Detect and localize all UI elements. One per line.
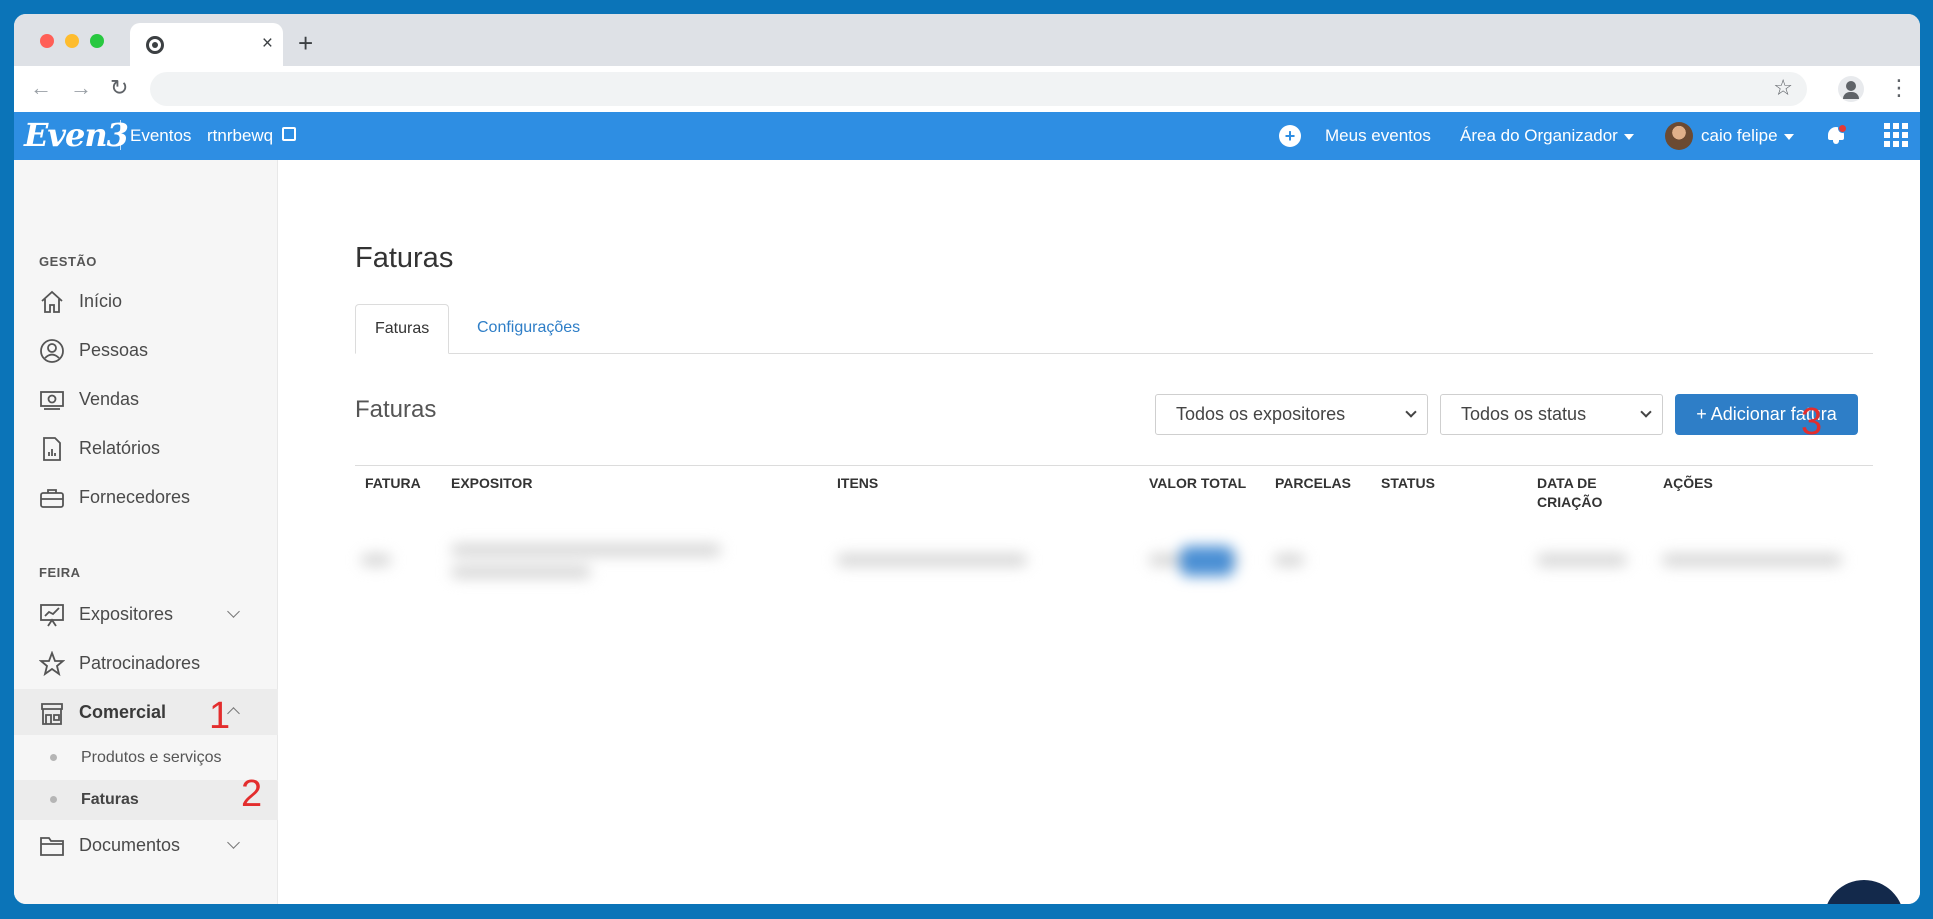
chevron-down-icon <box>227 605 240 618</box>
column-header-fatura[interactable]: FATURA <box>365 474 421 493</box>
table-row[interactable] <box>347 522 1893 604</box>
sidebar-item-expositores[interactable]: Expositores <box>14 591 278 637</box>
browser-tab-strip: × + <box>14 14 1920 66</box>
section-title: Faturas <box>355 396 437 423</box>
maximize-window-button[interactable] <box>90 34 104 48</box>
chrome-icon <box>146 36 164 54</box>
sidebar-item-label: Pessoas <box>79 340 149 360</box>
report-icon <box>43 437 61 461</box>
step-annotation-2: 2 <box>241 773 263 815</box>
tab-faturas[interactable]: Faturas <box>355 304 450 354</box>
section-label-gestao: GESTÃO <box>39 254 97 269</box>
home-icon <box>41 290 63 313</box>
close-tab-icon[interactable]: × <box>262 34 273 54</box>
chevron-down-icon <box>1640 406 1652 418</box>
minimize-window-button[interactable] <box>65 34 79 48</box>
sidebar-item-documentos[interactable]: Documentos <box>14 822 278 868</box>
sidebar-item-label: Vendas <box>79 389 140 409</box>
browser-toolbar: ← → ↻ ☆ ⋮ <box>14 66 1920 112</box>
column-header-parcelas[interactable]: PARCELAS <box>1275 474 1351 493</box>
user-name: caio felipe <box>1701 126 1778 145</box>
column-header-expositor[interactable]: EXPOSITOR <box>451 474 532 493</box>
sidebar-item-label: Início <box>79 291 123 311</box>
avatar[interactable] <box>1665 122 1693 150</box>
folder-icon <box>40 837 64 856</box>
notification-dot <box>1838 124 1847 133</box>
even3-logo[interactable]: Even3 <box>24 116 129 154</box>
sidebar-item-comercial[interactable]: Comercial <box>14 689 278 735</box>
column-header-data-criacao[interactable]: DATA DE CRIAÇÃO <box>1537 474 1627 512</box>
sidebar-item-label: Relatórios <box>79 438 161 458</box>
sidebar-item-label: Comercial <box>79 702 167 722</box>
sidebar-item-vendas[interactable]: Vendas <box>14 376 278 422</box>
back-icon[interactable]: ← <box>30 74 52 102</box>
add-event-button[interactable]: + <box>1279 125 1301 147</box>
presentation-chart-icon <box>40 604 64 627</box>
column-header-status[interactable]: STATUS <box>1381 474 1435 493</box>
browser-menu-icon[interactable]: ⋮ <box>1888 74 1910 102</box>
sidebar-item-relatorios[interactable]: Relatórios <box>14 425 278 471</box>
column-header-itens[interactable]: ITENS <box>837 474 878 493</box>
money-icon <box>40 391 64 410</box>
chevron-down-icon <box>1405 406 1417 418</box>
bullet-icon <box>50 796 57 803</box>
sidebar-item-label: Expositores <box>79 604 174 624</box>
star-icon <box>39 651 65 677</box>
forward-icon[interactable]: → <box>70 74 92 102</box>
event-name-link[interactable]: rtnrbewq <box>207 126 273 146</box>
user-circle-icon <box>40 339 64 363</box>
expositores-filter-select[interactable]: Todos os expositores <box>1155 394 1428 435</box>
sidebar-subitem-label: Produtos e serviços <box>81 749 222 766</box>
step-annotation-3: 3 <box>1801 401 1823 443</box>
profile-icon[interactable] <box>1838 76 1864 102</box>
caret-down-icon <box>1623 133 1634 140</box>
address-bar[interactable]: ☆ <box>150 72 1807 106</box>
browser-tab[interactable]: × <box>130 23 283 66</box>
area-organizador-label: Área do Organizador <box>1460 126 1618 145</box>
new-tab-button[interactable]: + <box>298 30 313 56</box>
sidebar: GESTÃO Início Pessoas Vendas Relatórios … <box>14 160 278 904</box>
external-link-icon[interactable] <box>282 127 296 141</box>
column-header-valor-total[interactable]: VALOR TOTAL <box>1149 474 1246 493</box>
eventos-link[interactable]: Eventos <box>130 126 191 146</box>
section-label-feira: FEIRA <box>39 565 81 580</box>
area-organizador-dropdown[interactable]: Área do Organizador <box>1460 126 1634 146</box>
table-divider <box>355 465 1873 466</box>
status-badge <box>1180 546 1234 576</box>
sidebar-item-label: Patrocinadores <box>79 653 201 673</box>
sidebar-item-label: Fornecedores <box>79 487 191 507</box>
sidebar-item-pessoas[interactable]: Pessoas <box>14 327 278 373</box>
user-menu-dropdown[interactable]: caio felipe <box>1701 126 1794 146</box>
column-header-acoes[interactable]: AÇÕES <box>1663 474 1713 493</box>
reload-icon[interactable]: ↻ <box>110 74 128 102</box>
sidebar-item-patrocinadores[interactable]: Patrocinadores <box>14 640 278 686</box>
sidebar-subitem-produtos[interactable]: Produtos e serviços <box>14 738 278 778</box>
sidebar-item-fornecedores[interactable]: Fornecedores <box>14 474 278 520</box>
caret-down-icon <box>1783 133 1794 140</box>
chevron-down-icon <box>227 836 240 849</box>
browser-window: × + ← → ↻ ☆ ⋮ Even3 Eventos rtnrbewq + M… <box>14 14 1920 904</box>
sidebar-item-inicio[interactable]: Início <box>14 278 278 324</box>
tab-configuracoes[interactable]: Configurações <box>458 304 599 354</box>
status-filter-select[interactable]: Todos os status <box>1440 394 1663 435</box>
bullet-icon <box>50 754 57 761</box>
add-invoice-button[interactable]: + Adicionar fatura <box>1675 394 1858 435</box>
bookmark-star-icon[interactable]: ☆ <box>1773 75 1793 101</box>
sidebar-subitem-label: Faturas <box>81 791 139 808</box>
select-value: Todos os expositores <box>1176 404 1346 424</box>
app-header: Even3 Eventos rtnrbewq + Meus eventos Ár… <box>14 112 1920 160</box>
store-icon <box>41 703 63 725</box>
sidebar-subitem-faturas[interactable]: Faturas <box>14 780 278 820</box>
page-title: Faturas <box>355 242 454 274</box>
briefcase-icon <box>40 489 64 508</box>
logo-divider <box>120 120 121 150</box>
step-annotation-1: 1 <box>209 695 231 737</box>
close-window-button[interactable] <box>40 34 54 48</box>
notifications-bell-icon[interactable] <box>1826 124 1847 144</box>
select-value: Todos os status <box>1461 404 1587 424</box>
sidebar-item-label: Documentos <box>79 835 181 855</box>
main-content: Faturas Faturas Configurações Faturas To… <box>279 160 1920 904</box>
apps-grid-icon[interactable] <box>1884 123 1908 147</box>
meus-eventos-link[interactable]: Meus eventos <box>1325 126 1431 146</box>
